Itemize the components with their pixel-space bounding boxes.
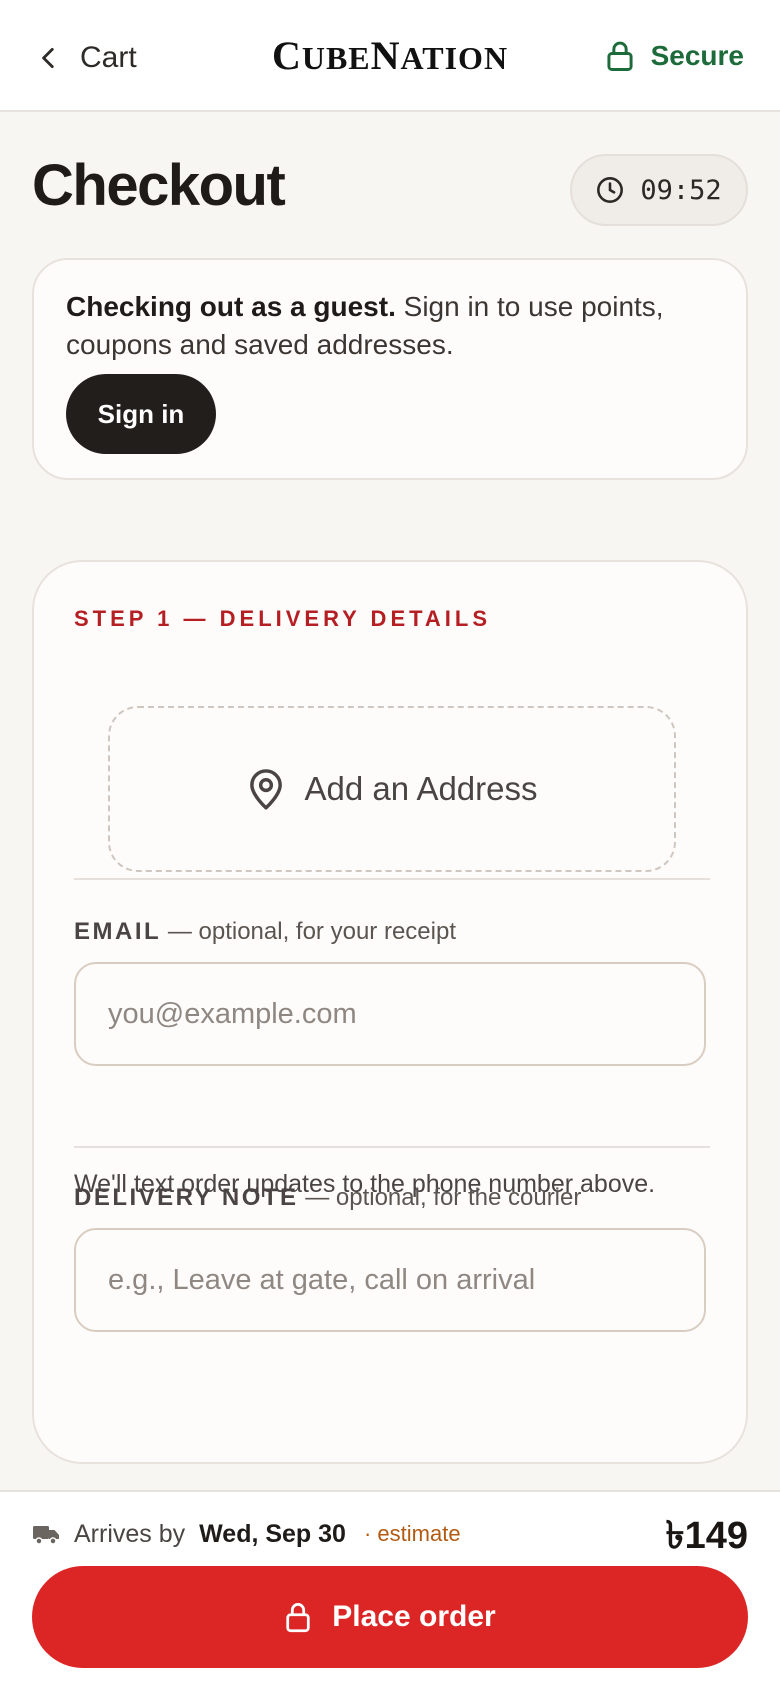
guest-message-bold: Checking out as a guest. — [66, 291, 396, 322]
lock-icon — [286, 1603, 310, 1633]
session-timer: 09:52 — [570, 154, 748, 226]
email-label: EMAIL — optional, for your receipt — [74, 918, 456, 945]
add-address-label: Add an Address — [304, 770, 538, 807]
add-address-button[interactable]: Add an Address — [108, 706, 676, 872]
guest-checkout-card: Checking out as a guest. Sign in to use … — [32, 258, 748, 480]
delivery-note-field[interactable]: e.g., Leave at gate, call on arrival — [74, 1228, 706, 1332]
page-title: Checkout — [32, 153, 286, 218]
guest-message: Checking out as a guest. Sign in to use … — [66, 288, 714, 364]
chevron-left-icon — [42, 47, 54, 69]
back-label: Cart — [80, 41, 137, 74]
top-bar: Cart CUBENATION Secure — [0, 0, 780, 112]
place-order-button[interactable]: Place order — [32, 1566, 748, 1668]
delivery-note-placeholder: e.g., Leave at gate, call on arrival — [108, 1263, 536, 1296]
secure-label: Secure — [650, 40, 744, 71]
email-field[interactable]: you@example.com — [74, 962, 706, 1066]
lock-icon — [607, 41, 633, 72]
delivery-details-card: STEP 1 — DELIVERY DETAILS Add an Address… — [32, 560, 748, 1464]
delivery-estimate: Arrives by Wed, Sep 30 · estimate — [32, 1514, 461, 1554]
map-pin-icon — [249, 769, 282, 810]
divider — [74, 1146, 710, 1148]
checkout-footer: Arrives by Wed, Sep 30 · estimate ৳149 P… — [0, 1490, 780, 1688]
step-heading: STEP 1 — DELIVERY DETAILS — [74, 606, 492, 631]
email-placeholder: you@example.com — [108, 997, 357, 1030]
arrives-prefix: Arrives by — [74, 1519, 186, 1548]
estimate-tag: · estimate — [363, 1521, 461, 1546]
secure-indicator: Secure — [605, 34, 744, 78]
order-total: ৳149 — [665, 1515, 748, 1557]
truck-icon — [33, 1526, 59, 1545]
back-to-cart-link[interactable]: Cart — [36, 36, 137, 80]
timer-value: 09:52 — [640, 174, 722, 206]
arrives-date: Wed, Sep 30 — [199, 1519, 346, 1548]
place-order-label: Place order — [332, 1600, 496, 1633]
divider — [74, 878, 710, 880]
clock-icon — [597, 177, 624, 203]
delivery-note-label: DELIVERY NOTE — optional, for the courie… — [74, 1184, 582, 1211]
sign-in-button[interactable]: Sign in — [66, 374, 216, 454]
